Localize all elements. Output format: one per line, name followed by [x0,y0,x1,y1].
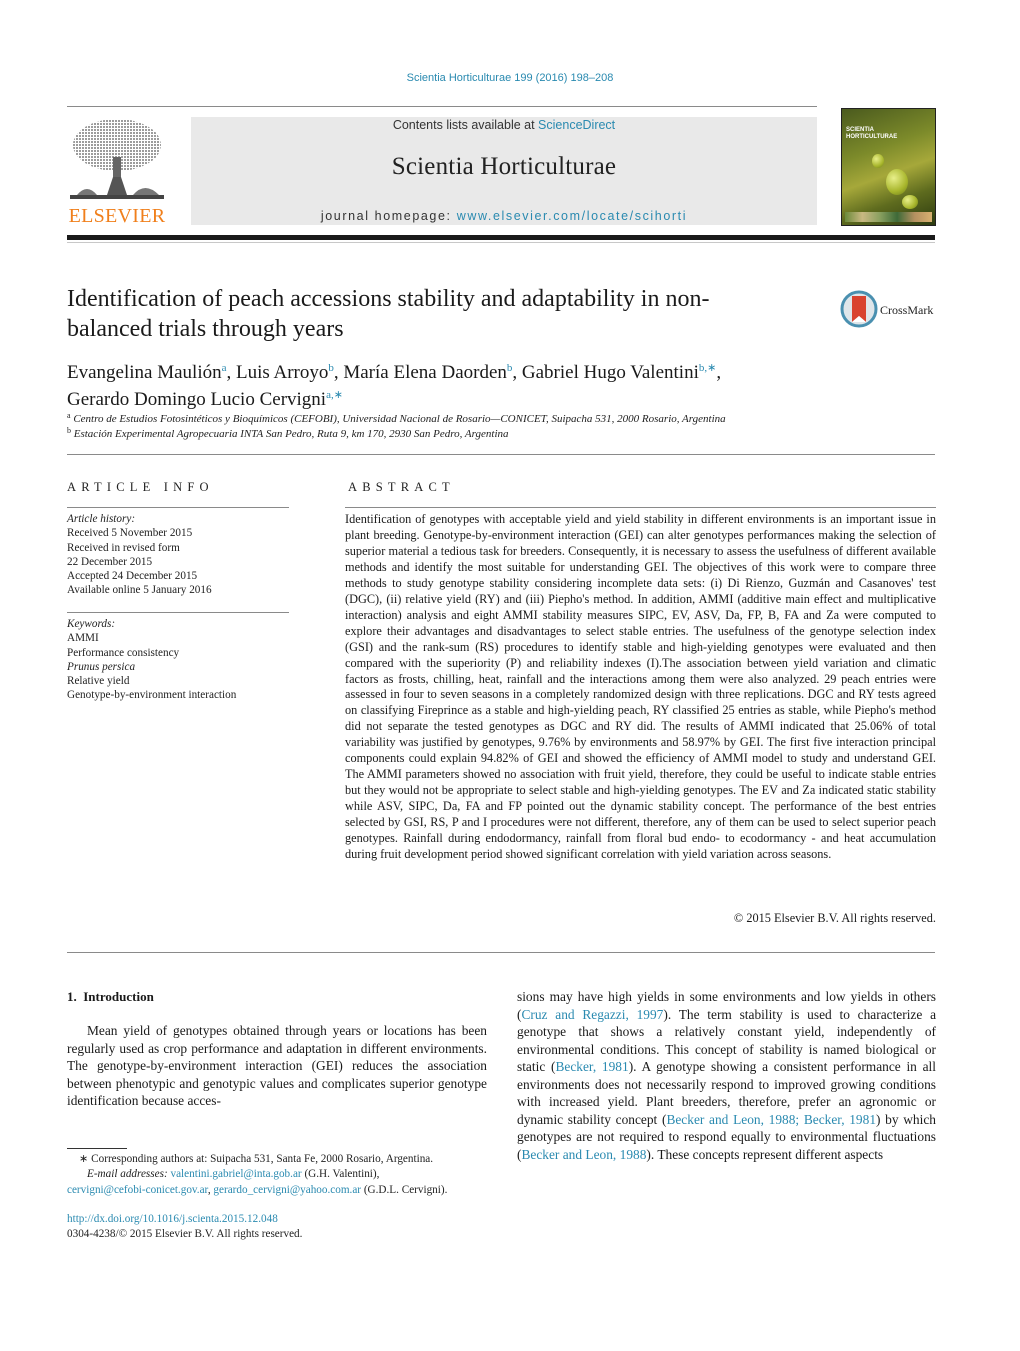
crossmark-badge[interactable]: CrossMark [840,290,940,330]
footnote-divider [67,1148,127,1149]
keyword: Relative yield [67,675,130,688]
homepage-prefix: journal homepage: [320,209,457,223]
author[interactable]: Gabriel Hugo Valentinib,∗ [522,362,716,383]
email-label: E-mail addresses: [87,1168,168,1181]
journal-title: Scientia Horticulturae [391,153,617,180]
article-history: Article history: Received 5 November 201… [67,512,292,598]
footnote-mark: ∗ [79,1153,89,1165]
olive-graphic [886,169,908,195]
keywords: Keywords: AMMI Performance consistency P… [67,617,292,703]
doi-link[interactable]: http://dx.doi.org/10.1016/j.scienta.2015… [67,1212,302,1227]
email-link[interactable]: gerardo_cervigni@yahoo.com.ar [213,1184,361,1196]
abstract-divider [345,507,936,508]
homepage-line: journal homepage: www.elsevier.com/locat… [191,209,817,223]
affiliation: a Centro de Estudios Fotosintéticos y Bi… [67,411,726,425]
header-thick-rule [67,235,935,240]
corresponding-text: Corresponding authors at: Suipacha 531, … [91,1153,434,1165]
keyword: Performance consistency [67,646,180,659]
history-item: 22 December 2015 [67,555,153,568]
crossmark-icon [840,290,878,328]
history-item: Accepted 24 December 2015 [67,570,198,583]
header-thin-rule [67,242,935,243]
author[interactable]: Gerardo Domingo Lucio Cervignia,∗ [67,389,343,410]
cover-strip [845,212,932,222]
doi-block: http://dx.doi.org/10.1016/j.scienta.2015… [67,1212,302,1243]
homepage-link[interactable]: www.elsevier.com/locate/scihorti [457,209,687,223]
journal-reference-link[interactable]: Scientia Horticulturae 199 (2016) 198–20… [407,72,614,84]
author[interactable]: Evangelina Maulióna [67,362,227,383]
citation-link[interactable]: Becker and Leon, 1988; Becker, 1981 [666,1112,876,1127]
introduction-heading: 1. Introduction [67,989,154,1004]
history-item: Available online 5 January 2016 [67,584,212,597]
author[interactable]: María Elena Daordenb [343,362,512,383]
affiliation: b Estación Experimental Agropecuaria INT… [67,426,509,440]
abstract-heading: ABSTRACT [348,480,455,494]
author[interactable]: Luis Arroyob [236,362,334,383]
citation-link[interactable]: Becker and Leon, 1988 [521,1147,646,1162]
abstract-text: Identification of genotypes with accepta… [345,512,936,862]
contents-prefix: Contents lists available at [392,118,539,132]
abstract-copyright: © 2015 Elsevier B.V. All rights reserved… [733,911,936,925]
citation-link[interactable]: Becker, 1981 [555,1059,628,1074]
article-info-divider [67,507,289,508]
crossmark-label: CrossMark [880,303,934,317]
article-title: Identification of peach accessions stabi… [67,286,710,342]
author-list: Evangelina Maulióna, Luis Arroyob, María… [67,362,722,410]
email-link[interactable]: cervigni@cefobi-conicet.gov.ar [67,1184,208,1196]
citation-link[interactable]: Cruz and Regazzi, 1997 [521,1007,663,1022]
journal-reference[interactable]: Scientia Horticulturae 199 (2016) 198–20… [0,72,1020,84]
issn-line: 0304-4238/© 2015 Elsevier B.V. All right… [67,1228,303,1241]
top-divider [67,106,817,107]
olive-graphic [872,154,884,168]
intro-left-column: Mean yield of genotypes obtained through… [67,1023,487,1108]
keywords-label: Keywords: [67,618,116,630]
history-label: Article history: [67,513,136,525]
body-divider [67,952,935,953]
keyword: Prunus persica [67,660,136,673]
elsevier-wordmark: ELSEVIER [68,205,166,227]
email-link[interactable]: valentini.gabriel@inta.gob.ar [170,1168,301,1180]
history-item: Received 5 November 2015 [67,527,193,540]
keyword: AMMI [67,632,99,645]
sciencedirect-link[interactable]: ScienceDirect [538,118,615,132]
section-divider [67,454,935,455]
journal-cover-image[interactable]: SCIENTIA HORTICULTURAE [841,108,936,226]
olive-graphic [902,195,918,209]
contents-line: Contents lists available at ScienceDirec… [191,118,817,132]
cover-title: SCIENTIA HORTICULTURAE [846,127,898,140]
tree-logo-icon [70,119,164,199]
intro-right-column: sions may have high yields in some envir… [517,989,937,1162]
keyword: Genotype-by-environment interaction [67,689,237,702]
history-item: Received in revised form [67,541,180,554]
keywords-divider [67,612,289,613]
corresponding-footnote: ∗ Corresponding authors at: Suipacha 531… [67,1153,448,1196]
article-info-heading: ARTICLE INFO [67,480,214,494]
